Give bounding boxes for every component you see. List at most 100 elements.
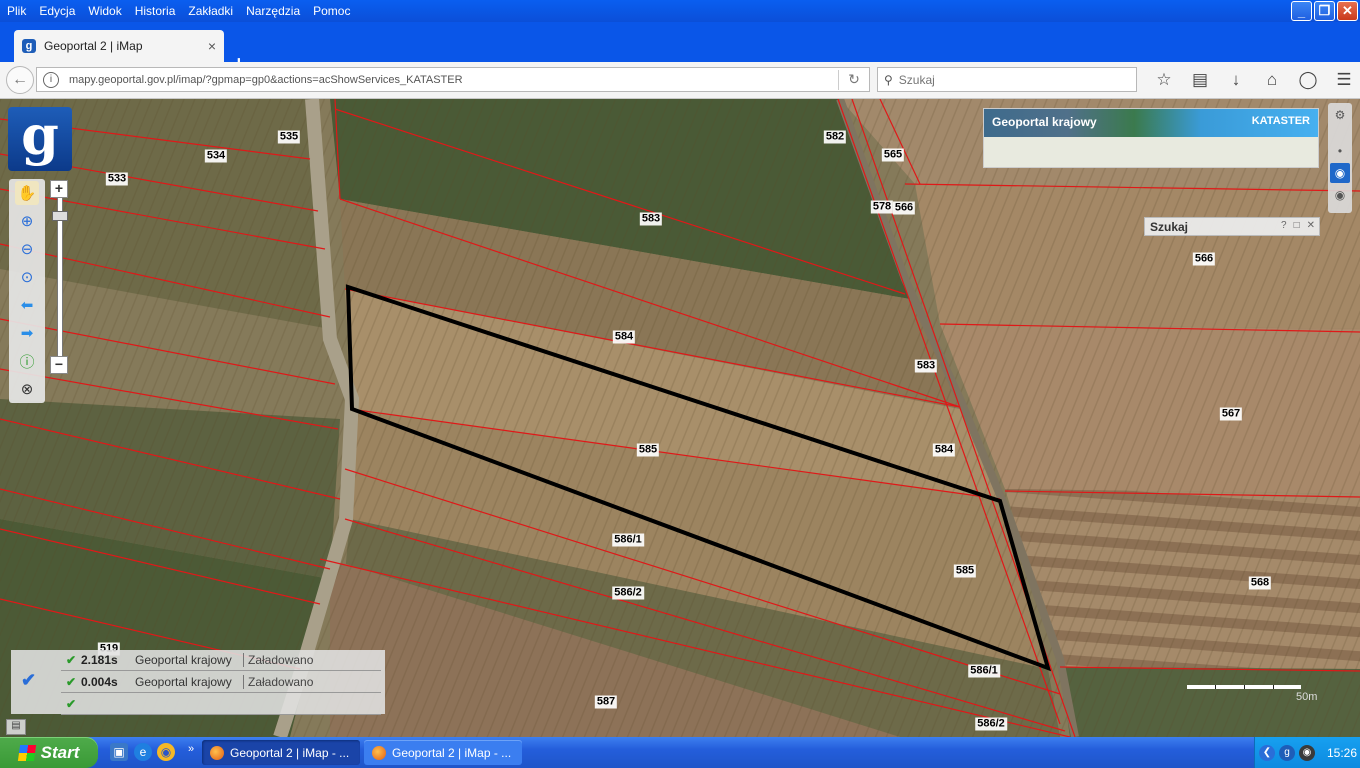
parcel-label: 585 [636,443,660,457]
more-quicklaunch-icon[interactable]: » [182,740,200,758]
browser-search-input[interactable] [896,71,1121,88]
tab-title: Geoportal 2 | iMap [44,39,143,53]
parcel-label: 568 [1248,576,1272,590]
load-status-panel: ✔ ✔ 2.181s Geoportal krajowy Załadowano … [11,650,385,715]
chrome-icon[interactable]: ◉ [157,743,175,761]
start-button[interactable]: Start [0,737,98,768]
parcel-label: 584 [612,330,636,344]
parcel-label: 584 [932,443,956,457]
parcel-label: 565 [881,148,905,162]
tab-geoportal[interactable]: g Geoportal 2 | iMap × [14,30,224,62]
reading-list-icon[interactable]: ▤ [1182,68,1218,92]
search-panel[interactable]: Szukaj ? □ ✕ [1144,217,1320,236]
close-icon[interactable]: ✕ [1307,220,1315,231]
help-icon[interactable]: ? [1281,220,1287,231]
overview-minimap[interactable] [984,137,1318,167]
windows-flag-icon [17,744,36,761]
check-icon: ✔ [65,697,77,711]
menu-widok[interactable]: Widok [81,4,127,18]
next-view-icon[interactable]: ➡ [15,321,39,345]
tab-close-icon[interactable]: × [208,38,216,54]
identify-info-icon[interactable]: ⓘ [15,349,39,373]
taskbar-button-label: Geoportal 2 | iMap - ... [230,745,350,760]
dot-icon[interactable]: • [1330,141,1350,161]
parcel-label: 567 [1219,407,1243,421]
pocket-icon[interactable]: ◯ [1290,68,1326,92]
geoportal-logo[interactable]: g [8,107,72,171]
reload-icon[interactable]: ↻ [839,71,869,88]
geoportal-tray-icon[interactable]: g [1279,744,1295,761]
minimize-button[interactable]: _ [1291,1,1312,21]
parcel-label: 586/1 [612,533,644,547]
parcel-label: 582 [823,130,847,144]
zoom-track[interactable] [57,198,63,356]
back-button[interactable]: ← [6,66,34,94]
tray-arrow-icon[interactable]: ❮ [1259,744,1275,761]
overview-title: Geoportal krajowy [992,115,1097,129]
load-time: 2.181s [81,653,118,667]
check-icon: ✔ [65,675,77,689]
check-icon: ✔ [65,653,77,667]
maximize-icon[interactable]: □ [1294,220,1300,231]
hamburger-menu-icon[interactable]: ☰ [1326,68,1360,92]
firefox-icon [372,745,386,760]
parcel-label: 566 [1192,252,1216,266]
scale-bar [1187,685,1301,689]
zoom-out-icon[interactable]: ⊖ [15,237,39,261]
check-icon[interactable]: ✔ [21,670,43,692]
download-icon[interactable]: ↓ [1218,68,1254,92]
bookmark-star-icon[interactable]: ☆ [1146,68,1182,92]
pan-hand-icon[interactable]: ✋ [15,181,39,205]
taskbar-button-firefox-2[interactable]: Geoportal 2 | iMap - ... [364,740,522,765]
previous-view-icon[interactable]: ⬅ [15,293,39,317]
parcel-label: 586/1 [968,664,1000,678]
map-canvas[interactable]: 535 534 533 582 565 578 566 583 566 584 … [0,99,1360,737]
info-icon[interactable]: i [43,71,59,88]
window-title-bar: Plik Edycja Widok Historia Zakładki Narz… [0,0,1360,22]
load-time: 0.004s [81,675,118,689]
parcel-label: 587 [594,695,618,709]
zoom-in-icon[interactable]: ⊕ [15,209,39,233]
clock: 15:26 [1327,745,1358,760]
tray-app-icon[interactable]: ◉ [1299,744,1315,761]
menu-narzedzia[interactable]: Narzędzia [239,4,306,18]
zoom-slider[interactable]: + − [50,180,68,374]
toggle-panel-icon[interactable]: ▤ [6,719,26,735]
zoom-minus-button[interactable]: − [50,356,68,374]
parcel-label: 585 [953,564,977,578]
right-panel: ⚙ • ◉ ◉ [1328,103,1352,213]
load-message: Załadowano [243,653,313,667]
taskbar: Start ▣ e ◉ » Geoportal 2 | iMap - ... G… [0,737,1360,768]
parcel-label: 583 [914,359,938,373]
menu-plik[interactable]: Plik [0,4,32,18]
parcel-label: 534 [204,149,228,163]
url-bar[interactable]: i mapy.geoportal.gov.pl/imap/?gpmap=gp0&… [36,67,870,92]
parcel-label: 586/2 [612,586,644,600]
zoom-plus-button[interactable]: + [50,180,68,198]
menu-edycja[interactable]: Edycja [32,4,81,18]
eye-outline-icon[interactable]: ◉ [1330,185,1350,205]
load-message: Załadowano [243,675,313,689]
zoom-thumb[interactable] [52,211,68,221]
url-text[interactable]: mapy.geoportal.gov.pl/imap/?gpmap=gp0&ac… [69,74,838,86]
settings-gear-icon[interactable]: ⚙ [1330,105,1350,125]
menu-pomoc[interactable]: Pomoc [306,4,356,18]
menu-historia[interactable]: Historia [128,4,182,18]
clear-icon[interactable]: ⊗ [15,377,39,401]
browser-search-bar[interactable]: ⚲ [877,67,1137,92]
show-desktop-icon[interactable]: ▣ [110,743,128,761]
overview-map[interactable]: Geoportal krajowy KATASTER [983,108,1319,168]
geoportal-favicon-icon: g [22,39,36,53]
load-source: Geoportal krajowy [135,675,232,689]
close-window-button[interactable]: ✕ [1337,1,1358,21]
zoom-extent-icon[interactable]: ⊙ [15,265,39,289]
eye-icon[interactable]: ◉ [1330,163,1350,183]
maximize-button[interactable]: ❐ [1314,1,1335,21]
home-icon[interactable]: ⌂ [1254,68,1290,92]
parcel-label: 535 [277,130,301,144]
menu-zakladki[interactable]: Zakładki [181,4,239,18]
parcel-label: 533 [105,172,129,186]
taskbar-button-firefox-1[interactable]: Geoportal 2 | iMap - ... [202,740,360,765]
internet-explorer-icon[interactable]: e [134,743,152,761]
arrow-left-icon: ← [12,71,28,88]
